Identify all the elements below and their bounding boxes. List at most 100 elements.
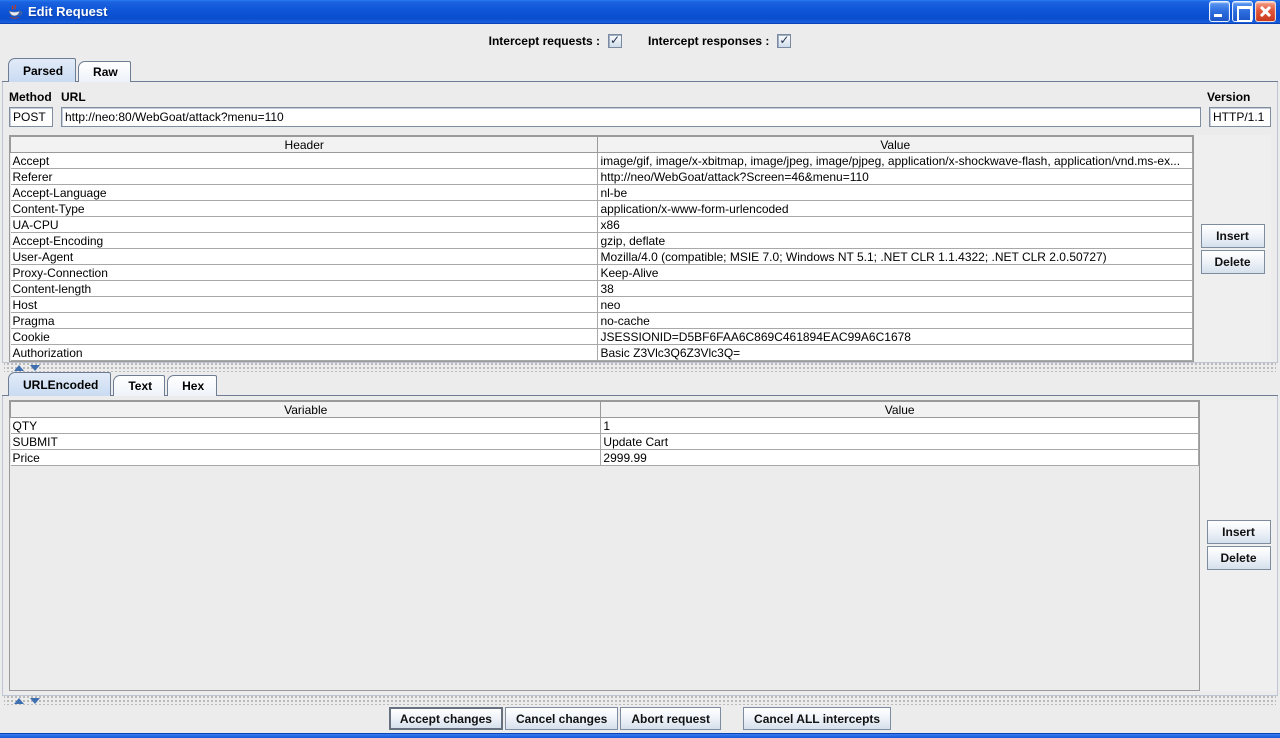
table-row[interactable]: Pragmano-cache bbox=[11, 313, 1193, 329]
header-delete-button[interactable]: Delete bbox=[1201, 250, 1265, 274]
intercept-responses-label: Intercept responses : bbox=[648, 34, 769, 48]
column-header[interactable]: Header bbox=[11, 137, 598, 153]
table-cell[interactable]: 38 bbox=[598, 281, 1193, 297]
table-cell[interactable]: http://neo/WebGoat/attack?Screen=46&menu… bbox=[598, 169, 1193, 185]
table-row[interactable]: Content-length38 bbox=[11, 281, 1193, 297]
table-cell[interactable]: Update Cart bbox=[601, 434, 1199, 450]
accept-changes-button[interactable]: Accept changes bbox=[389, 707, 503, 730]
table-cell[interactable]: Cookie bbox=[11, 329, 598, 345]
request-tab-bar: Parsed Raw bbox=[2, 58, 1278, 82]
table-cell[interactable]: Keep-Alive bbox=[598, 265, 1193, 281]
table-cell[interactable]: UA-CPU bbox=[11, 217, 598, 233]
collapse-up-icon[interactable] bbox=[14, 365, 24, 371]
table-cell[interactable]: Authorization bbox=[11, 345, 598, 361]
table-cell[interactable]: Proxy-Connection bbox=[11, 265, 598, 281]
headers-table-head: Header Value bbox=[11, 137, 1193, 153]
table-cell[interactable]: Accept-Language bbox=[11, 185, 598, 201]
header-actions-column: Insert Delete bbox=[1194, 135, 1271, 362]
method-field[interactable] bbox=[9, 107, 53, 127]
url-label: URL bbox=[61, 90, 1207, 104]
url-field[interactable] bbox=[61, 107, 1201, 127]
tab-urlencoded[interactable]: URLEncoded bbox=[8, 372, 111, 396]
java-app-icon bbox=[6, 4, 23, 20]
table-row[interactable]: UA-CPUx86 bbox=[11, 217, 1193, 233]
maximize-icon[interactable] bbox=[1232, 1, 1253, 22]
table-cell[interactable]: no-cache bbox=[598, 313, 1193, 329]
table-cell[interactable]: application/x-www-form-urlencoded bbox=[598, 201, 1193, 217]
table-row[interactable]: Acceptimage/gif, image/x-xbitmap, image/… bbox=[11, 153, 1193, 169]
table-cell[interactable]: x86 bbox=[598, 217, 1193, 233]
table-row[interactable]: AuthorizationBasic Z3Vlc3Q6Z3Vlc3Q= bbox=[11, 345, 1193, 361]
window-bottom-border bbox=[0, 733, 1280, 738]
tab-parsed[interactable]: Parsed bbox=[8, 58, 76, 82]
column-header[interactable]: Value bbox=[601, 402, 1199, 418]
version-label: Version bbox=[1207, 90, 1271, 104]
table-row[interactable]: Refererhttp://neo/WebGoat/attack?Screen=… bbox=[11, 169, 1193, 185]
version-field[interactable] bbox=[1209, 107, 1271, 127]
table-cell[interactable]: Mozilla/4.0 (compatible; MSIE 7.0; Windo… bbox=[598, 249, 1193, 265]
intercept-responses-checkbox[interactable]: ✓ bbox=[777, 34, 791, 48]
table-row[interactable]: Accept-Encodinggzip, deflate bbox=[11, 233, 1193, 249]
abort-request-button[interactable]: Abort request bbox=[620, 707, 721, 730]
window-title: Edit Request bbox=[28, 4, 1209, 19]
table-row[interactable]: CookieJSESSIONID=D5BF6FAA6C869C461894EAC… bbox=[11, 329, 1193, 345]
collapse-down-icon[interactable] bbox=[30, 698, 40, 704]
tab-raw[interactable]: Raw bbox=[78, 61, 131, 82]
table-row[interactable]: Accept-Languagenl-be bbox=[11, 185, 1193, 201]
table-cell[interactable]: Accept-Encoding bbox=[11, 233, 598, 249]
table-row[interactable]: SUBMITUpdate Cart bbox=[11, 434, 1199, 450]
table-cell[interactable]: image/gif, image/x-xbitmap, image/jpeg, … bbox=[598, 153, 1193, 169]
table-cell[interactable]: Host bbox=[11, 297, 598, 313]
checkmark-icon: ✓ bbox=[779, 34, 789, 46]
table-cell[interactable]: Pragma bbox=[11, 313, 598, 329]
urlencoded-tab-content: Variable Value QTY1SUBMITUpdate CartPric… bbox=[2, 396, 1278, 696]
splitter-request-content[interactable] bbox=[4, 363, 1276, 372]
footer-button-row: Accept changes Cancel changes Abort requ… bbox=[2, 705, 1278, 733]
table-cell[interactable]: Content-Type bbox=[11, 201, 598, 217]
table-cell[interactable]: nl-be bbox=[598, 185, 1193, 201]
table-cell[interactable]: Accept bbox=[11, 153, 598, 169]
table-cell[interactable]: User-Agent bbox=[11, 249, 598, 265]
param-insert-button[interactable]: Insert bbox=[1207, 520, 1271, 544]
headers-table: Header Value Acceptimage/gif, image/x-xb… bbox=[10, 136, 1193, 361]
intercept-responses-group: Intercept responses : ✓ bbox=[648, 34, 791, 48]
parsed-tab-content: Method URL Version Header Value bbox=[2, 82, 1278, 363]
minimize-icon[interactable] bbox=[1209, 1, 1230, 22]
table-cell[interactable]: Content-length bbox=[11, 281, 598, 297]
table-row[interactable]: Hostneo bbox=[11, 297, 1193, 313]
param-delete-button[interactable]: Delete bbox=[1207, 546, 1271, 570]
table-cell[interactable]: gzip, deflate bbox=[598, 233, 1193, 249]
param-actions-column: Insert Delete bbox=[1200, 400, 1277, 691]
main-panel: Parsed Raw Method URL Version Header bbox=[0, 58, 1280, 733]
collapse-up-icon[interactable] bbox=[14, 698, 24, 704]
table-cell[interactable]: 2999.99 bbox=[601, 450, 1199, 466]
table-cell[interactable]: QTY bbox=[11, 418, 601, 434]
intercept-requests-label: Intercept requests : bbox=[489, 34, 600, 48]
splitter-content-footer[interactable] bbox=[4, 696, 1276, 705]
intercept-options-row: Intercept requests : ✓ Intercept respons… bbox=[0, 24, 1280, 58]
close-icon[interactable] bbox=[1255, 1, 1276, 22]
table-row[interactable]: Proxy-ConnectionKeep-Alive bbox=[11, 265, 1193, 281]
intercept-requests-checkbox[interactable]: ✓ bbox=[608, 34, 622, 48]
column-header[interactable]: Variable bbox=[11, 402, 601, 418]
table-cell[interactable]: JSESSIONID=D5BF6FAA6C869C461894EAC99A6C1… bbox=[598, 329, 1193, 345]
checkmark-icon: ✓ bbox=[610, 34, 620, 46]
params-table: Variable Value QTY1SUBMITUpdate CartPric… bbox=[10, 401, 1199, 466]
column-header[interactable]: Value bbox=[598, 137, 1193, 153]
table-row[interactable]: QTY1 bbox=[11, 418, 1199, 434]
table-cell[interactable]: Price bbox=[11, 450, 601, 466]
collapse-down-icon[interactable] bbox=[30, 365, 40, 371]
table-cell[interactable]: SUBMIT bbox=[11, 434, 601, 450]
table-cell[interactable]: neo bbox=[598, 297, 1193, 313]
header-insert-button[interactable]: Insert bbox=[1201, 224, 1265, 248]
cancel-changes-button[interactable]: Cancel changes bbox=[505, 707, 618, 730]
cancel-all-intercepts-button[interactable]: Cancel ALL intercepts bbox=[743, 707, 891, 730]
tab-hex[interactable]: Hex bbox=[167, 375, 217, 396]
table-cell[interactable]: Basic Z3Vlc3Q6Z3Vlc3Q= bbox=[598, 345, 1193, 361]
table-row[interactable]: Price2999.99 bbox=[11, 450, 1199, 466]
table-cell[interactable]: 1 bbox=[601, 418, 1199, 434]
tab-text[interactable]: Text bbox=[113, 375, 165, 396]
table-row[interactable]: Content-Typeapplication/x-www-form-urlen… bbox=[11, 201, 1193, 217]
table-row[interactable]: User-AgentMozilla/4.0 (compatible; MSIE … bbox=[11, 249, 1193, 265]
table-cell[interactable]: Referer bbox=[11, 169, 598, 185]
